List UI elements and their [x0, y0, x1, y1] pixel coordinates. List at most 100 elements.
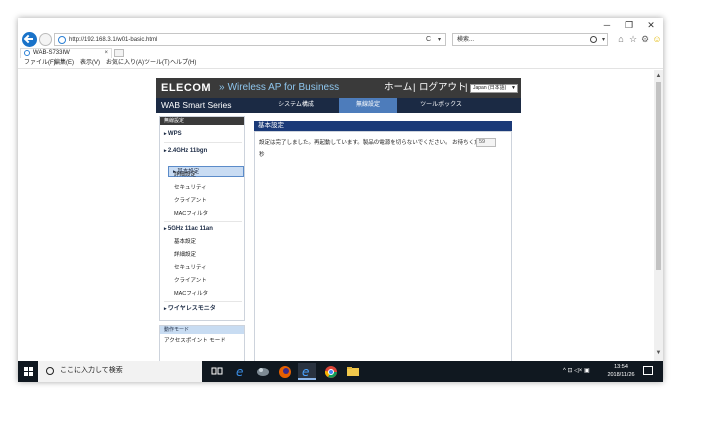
- side-menu: 無線設定 WPS 2.4GHz 11bgn ▸ 基本設定 詳細設定 セキュリティ…: [159, 116, 245, 321]
- scroll-down-icon[interactable]: ▼: [654, 349, 663, 357]
- seconds-unit: 秒: [259, 152, 265, 158]
- sidebar-item-5-mac-filter[interactable]: MACフィルタ: [174, 290, 208, 298]
- countdown-field: 59: [476, 138, 496, 147]
- sidebar-item-wps[interactable]: WPS: [164, 130, 182, 138]
- content-panel: 設定は完了しました。再起動しています。製品の電源を切らないでください。 お待ちく…: [254, 131, 512, 361]
- network-app-icon[interactable]: [254, 363, 272, 380]
- tab-wireless-settings[interactable]: 無線設定: [339, 98, 397, 113]
- firefox-icon[interactable]: [276, 363, 294, 380]
- browser-tab[interactable]: WAB-S733IW ×: [20, 48, 112, 58]
- menu-favorites[interactable]: お気に入り(A): [106, 59, 144, 68]
- svg-text:e: e: [236, 365, 243, 379]
- reload-icon[interactable]: C: [426, 35, 431, 45]
- logout-link[interactable]: ログアウト: [419, 82, 467, 94]
- search-icon[interactable]: [590, 36, 597, 43]
- main-nav: WAB Smart Series システム構成 無線設定 ツールボックス: [156, 98, 521, 113]
- divider: [164, 301, 242, 302]
- chrome-icon[interactable]: [322, 363, 340, 380]
- close-window-button[interactable]: ✕: [642, 19, 660, 31]
- vertical-scrollbar[interactable]: ▲ ▼: [654, 70, 663, 361]
- taskbar-search-text: ここに入力して検索: [60, 367, 123, 374]
- clock-time: 13:54: [614, 364, 628, 370]
- notification-icon[interactable]: [643, 366, 653, 375]
- task-view-icon[interactable]: [208, 363, 226, 380]
- scroll-up-icon[interactable]: ▲: [654, 72, 663, 80]
- router-admin-page: ELECOM » Wireless AP for Business ホーム | ロ…: [156, 78, 521, 361]
- tab-close-icon[interactable]: ×: [104, 49, 108, 58]
- settings-gear-icon[interactable]: ⚙: [640, 34, 650, 44]
- url-text[interactable]: http://192.168.3.1/w01-basic.html: [69, 35, 157, 45]
- sidebar-item-5-client[interactable]: クライアント: [174, 277, 207, 285]
- url-dropdown-icon[interactable]: ▾: [438, 35, 441, 45]
- sidebar-item-24-client[interactable]: クライアント: [174, 197, 207, 205]
- sidebar-item-24-security[interactable]: セキュリティ: [174, 184, 207, 192]
- edge-icon[interactable]: e: [232, 363, 250, 380]
- screen: ─ ❐ ✕ http://192.168.3.1/w01-basic.html …: [18, 18, 663, 382]
- system-tray-icons[interactable]: ^ ⊡ ◁× ▣: [563, 366, 590, 376]
- scrollbar-thumb[interactable]: [656, 82, 661, 270]
- sidebar-item-5-basic[interactable]: 基本設定: [174, 238, 196, 246]
- menu-tools[interactable]: ツール(T): [144, 59, 170, 68]
- content-title: 基本設定: [254, 121, 512, 131]
- search-dropdown-icon[interactable]: ▾: [602, 35, 605, 45]
- sidebar-item-24-mac-filter[interactable]: MACフィルタ: [174, 210, 208, 218]
- tab-toolbox[interactable]: ツールボックス: [411, 98, 471, 113]
- menu-view[interactable]: 表示(V): [80, 59, 100, 68]
- sidebar-item-wireless-monitor[interactable]: ワイヤレスモニタ: [164, 305, 216, 313]
- menu-help[interactable]: ヘルプ(H): [170, 59, 196, 68]
- windows-taskbar: ここに入力して検索 🎙 e e ^ ⊡ ◁× ▣ 13:54 2018/11/2…: [18, 361, 663, 382]
- divider: [164, 221, 242, 222]
- sidebar-item-24-advanced[interactable]: 詳細設定: [174, 171, 196, 179]
- product-name: Wireless AP for Business: [227, 82, 340, 93]
- clock-date: 2018/11/26: [607, 372, 635, 378]
- language-select[interactable]: Japan (日本語) ▼: [470, 84, 518, 93]
- minimize-button[interactable]: ─: [598, 19, 616, 31]
- taskbar-search-box[interactable]: ここに入力して検索 🎙: [38, 361, 219, 382]
- tab-system-config[interactable]: システム構成: [266, 98, 326, 113]
- sidebar-item-24ghz[interactable]: 2.4GHz 11bgn: [164, 147, 207, 155]
- browser-search-box[interactable]: 検索... ▾: [452, 33, 608, 46]
- product-title: » Wireless AP for Business: [219, 82, 339, 94]
- ie-page-icon: [58, 36, 66, 44]
- restore-button[interactable]: ❐: [620, 19, 638, 31]
- new-tab-button[interactable]: [114, 49, 124, 57]
- chevron-down-icon: ▼: [511, 85, 516, 91]
- operation-mode-box: 動作モード アクセスポイント モード: [159, 325, 245, 361]
- sidebar-item-5-security[interactable]: セキュリティ: [174, 264, 207, 272]
- home-link[interactable]: ホーム: [384, 82, 412, 94]
- internet-explorer-icon[interactable]: e: [298, 363, 316, 380]
- windows-start-icon[interactable]: [24, 367, 33, 376]
- clock[interactable]: 13:54 2018/11/26: [605, 363, 637, 379]
- forward-button[interactable]: [39, 33, 52, 46]
- restart-message: 設定は完了しました。再起動しています。製品の電源を切らないでください。 お待ちく…: [259, 140, 497, 146]
- divider: [164, 142, 242, 143]
- header-separator: |: [465, 82, 468, 93]
- operation-mode-value: アクセスポイント モード: [164, 338, 226, 344]
- tab-favicon-icon: [24, 50, 30, 56]
- sidebar-item-5ghz[interactable]: 5GHz 11ac 11an: [164, 225, 213, 233]
- elecom-logo: ELECOM: [161, 82, 212, 94]
- page-viewport: ELECOM » Wireless AP for Business ホーム | ロ…: [18, 70, 654, 361]
- home-icon[interactable]: ⌂: [616, 34, 626, 44]
- search-placeholder: 検索...: [457, 37, 475, 43]
- svg-text:e: e: [302, 365, 309, 379]
- tab-row: WAB-S733IW ×: [18, 48, 663, 58]
- header-separator: |: [413, 82, 416, 93]
- language-value: Japan (日本語): [473, 85, 507, 91]
- tab-title: WAB-S733IW: [33, 50, 70, 56]
- page-header: ELECOM » Wireless AP for Business ホーム | ロ…: [156, 78, 521, 98]
- side-menu-header: 無線設定: [160, 117, 244, 125]
- product-arrow-icon: »: [219, 82, 225, 93]
- series-name: WAB Smart Series: [161, 100, 232, 110]
- back-button[interactable]: [22, 32, 37, 47]
- menu-edit[interactable]: 編集(E): [54, 59, 74, 68]
- browser-title-bar: ─ ❐ ✕: [18, 18, 663, 32]
- cortana-circle-icon: [46, 367, 54, 375]
- browser-menu-bar: ファイル(F) 編集(E) 表示(V) お気に入り(A) ツール(T) ヘルプ(…: [18, 59, 663, 69]
- address-bar[interactable]: http://192.168.3.1/w01-basic.html ▾ C: [54, 33, 446, 46]
- file-explorer-icon[interactable]: [344, 363, 362, 380]
- smiley-feedback-icon[interactable]: ☺: [652, 34, 662, 44]
- sidebar-item-5-advanced[interactable]: 詳細設定: [174, 251, 196, 259]
- favorites-star-icon[interactable]: ☆: [628, 34, 638, 44]
- menu-file[interactable]: ファイル(F): [24, 59, 56, 68]
